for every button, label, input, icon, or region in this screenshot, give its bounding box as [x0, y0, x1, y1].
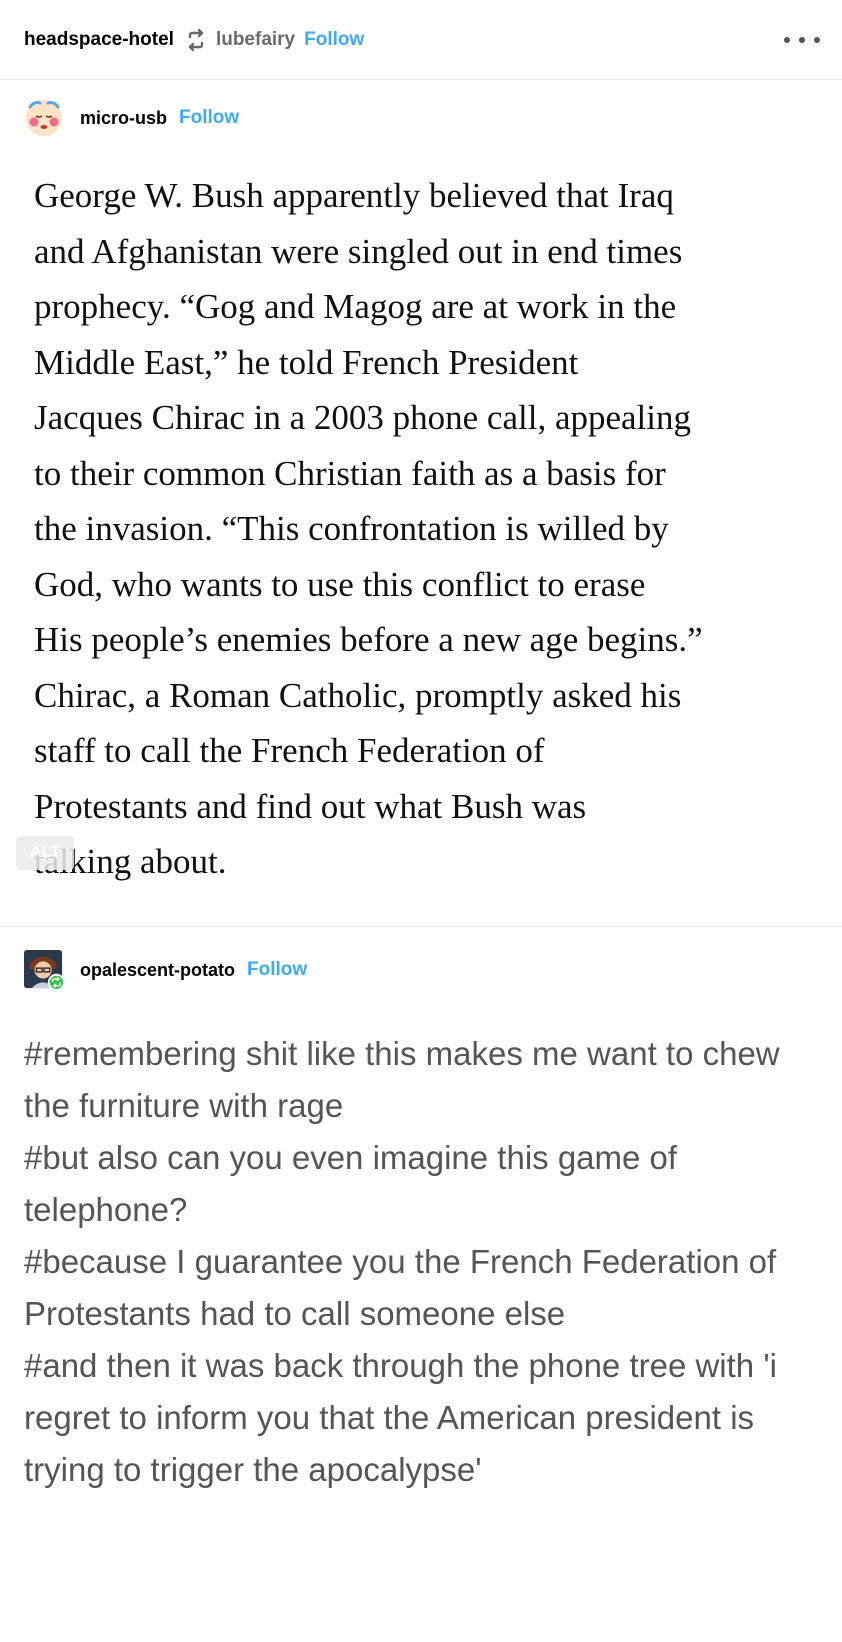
- quote-line: Middle East,” he told French President: [34, 342, 579, 382]
- quote-line: staff to call the French Federation of: [34, 731, 545, 770]
- quote-line: George W. Bush apparently believed that …: [34, 176, 674, 215]
- post2-header: opalescent-potato Follow: [24, 950, 307, 990]
- quote-line: Jacques Chirac in a 2003 phone call, app…: [34, 398, 692, 437]
- via-username[interactable]: lubefairy: [216, 29, 295, 51]
- more-options-button[interactable]: [784, 28, 820, 52]
- quote-line: and Afghanistan were singled out in end …: [34, 231, 683, 271]
- reblog-badge-icon: [47, 973, 64, 990]
- reblog-icon: [188, 28, 204, 51]
- follow-button-header[interactable]: Follow: [304, 29, 364, 51]
- follow-button-post2[interactable]: Follow: [247, 959, 307, 981]
- tag-link[interactable]: #but also can you even imagine this game…: [24, 1132, 824, 1236]
- reblog-header: headspace-hotel lubefairy Follow: [0, 0, 842, 80]
- quote-image-text: George W. Bush apparently believed that …: [34, 168, 824, 890]
- quote-line: to their common Christian faith as a bas…: [34, 453, 666, 493]
- crying-face-avatar-icon[interactable]: [24, 98, 64, 138]
- tag-link[interactable]: #remembering shit like this makes me wan…: [24, 1028, 824, 1132]
- follow-button-post1[interactable]: Follow: [179, 107, 239, 129]
- quote-line: talking about.: [34, 842, 227, 881]
- quote-line: Chirac, a Roman Catholic, promptly asked…: [34, 675, 682, 715]
- more-dots-icon: [784, 37, 790, 43]
- post2-author-username[interactable]: opalescent-potato: [80, 960, 235, 981]
- quote-line: prophecy. “Gog and Magog are at work in …: [34, 287, 677, 326]
- quote-line: Protestants and find out what Bush was: [34, 786, 587, 826]
- quote-line: God, who wants to use this conflict to e…: [34, 564, 646, 604]
- post2-tags: #remembering shit like this makes me wan…: [24, 1028, 824, 1496]
- tag-link[interactable]: #because I guarantee you the French Fede…: [24, 1236, 824, 1340]
- post1-header: micro-usb Follow: [24, 98, 239, 138]
- tag-link[interactable]: #and then it was back through the phone …: [24, 1340, 824, 1496]
- reblogger-username[interactable]: headspace-hotel: [24, 29, 174, 51]
- quote-line: the invasion. “This confrontation is wil…: [34, 509, 669, 548]
- alt-text-badge[interactable]: ALT: [16, 836, 74, 870]
- person-avatar-icon[interactable]: [24, 950, 64, 990]
- post-divider: [0, 926, 842, 927]
- quote-line: His people’s enemies before a new age be…: [34, 620, 703, 659]
- post1-author-username[interactable]: micro-usb: [80, 108, 167, 129]
